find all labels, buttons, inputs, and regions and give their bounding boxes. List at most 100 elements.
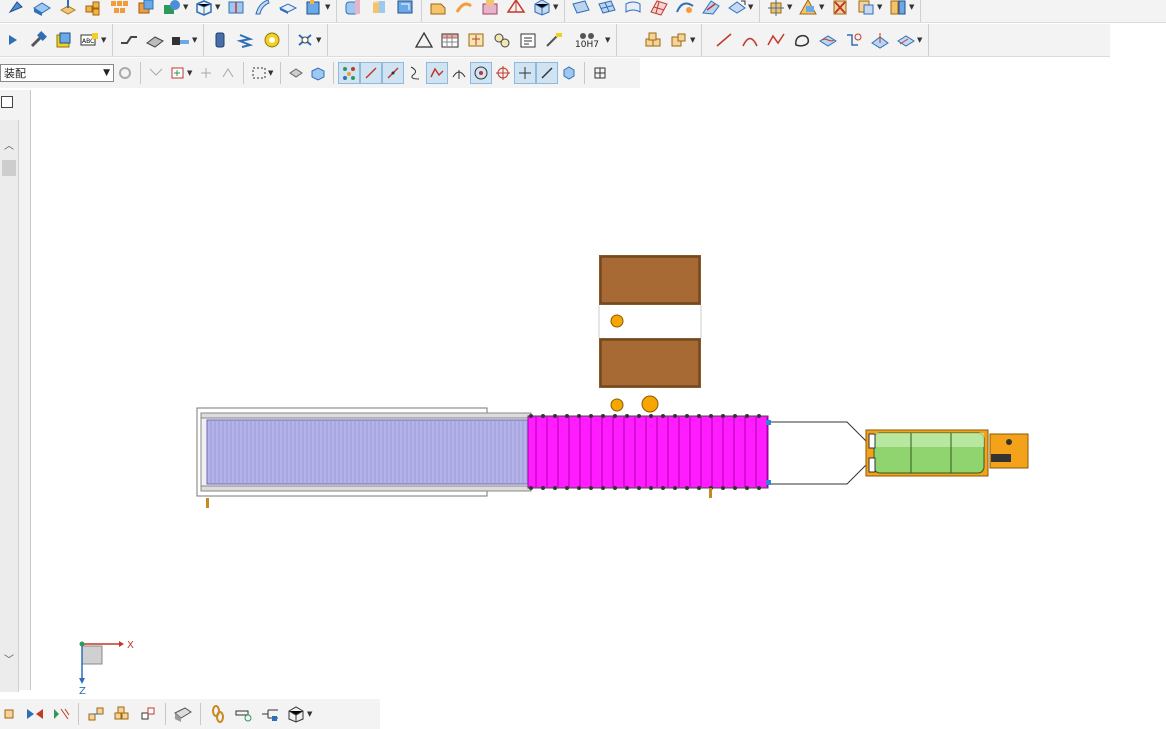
chain-link-icon[interactable] bbox=[205, 701, 231, 727]
delete-part-icon[interactable] bbox=[827, 0, 853, 20]
surface-patch-icon[interactable] bbox=[568, 0, 594, 20]
stack-parts-icon[interactable] bbox=[640, 27, 666, 53]
config-settings-icon[interactable] bbox=[114, 62, 136, 84]
thread-hole-icon[interactable] bbox=[292, 27, 318, 53]
offset-curve-icon[interactable] bbox=[893, 27, 919, 53]
frame-box-icon[interactable] bbox=[191, 0, 217, 20]
surface-curve-icon[interactable] bbox=[867, 27, 893, 53]
array-cubes-icon[interactable] bbox=[107, 0, 133, 20]
fillet-cube-icon[interactable] bbox=[340, 0, 366, 20]
component-box-icon[interactable] bbox=[283, 701, 309, 727]
triangle-shape-icon[interactable] bbox=[411, 27, 437, 53]
solid-box-icon[interactable] bbox=[529, 0, 555, 20]
sweep-surface-icon[interactable] bbox=[249, 0, 275, 20]
trim-surface-icon[interactable] bbox=[698, 0, 724, 20]
snap-perpendicular-icon[interactable] bbox=[536, 62, 558, 84]
render-scene-icon[interactable] bbox=[170, 701, 196, 727]
upper-box[interactable] bbox=[599, 255, 701, 305]
mirror-part-icon[interactable] bbox=[22, 701, 48, 727]
assembly-config-select[interactable]: 装配 ▼ bbox=[0, 64, 114, 82]
warning-part-icon[interactable] bbox=[795, 0, 821, 20]
flip-arrow-icon[interactable] bbox=[3, 29, 25, 51]
sketch-arrow-icon[interactable] bbox=[3, 0, 29, 20]
tree-scrollbar[interactable]: ︿ ﹀ bbox=[0, 120, 19, 692]
spline-loop-icon[interactable] bbox=[789, 27, 815, 53]
line-segment-icon[interactable] bbox=[711, 27, 737, 53]
extrude-up-icon[interactable] bbox=[55, 0, 81, 20]
move-component-icon[interactable] bbox=[763, 0, 789, 20]
offset-surface-icon[interactable] bbox=[620, 0, 646, 20]
text-note-icon[interactable] bbox=[515, 27, 541, 53]
3d-viewport[interactable]: X Z bbox=[31, 90, 1166, 698]
orange-ball[interactable] bbox=[610, 314, 624, 328]
grid-toggle-icon[interactable] bbox=[589, 62, 611, 84]
restore-window-icon[interactable] bbox=[1, 96, 13, 108]
orange-ball-large[interactable] bbox=[641, 395, 659, 413]
shaded-view-icon[interactable] bbox=[285, 62, 307, 84]
explode-parts-icon[interactable] bbox=[135, 701, 161, 727]
weld-symbol-icon[interactable] bbox=[541, 27, 567, 53]
table-grid-icon[interactable] bbox=[437, 27, 463, 53]
cylinder-cut-icon[interactable] bbox=[366, 0, 392, 20]
pyramid-shell-icon[interactable] bbox=[503, 0, 529, 20]
sweep-curve-icon[interactable] bbox=[451, 0, 477, 20]
material-block-icon[interactable] bbox=[51, 27, 77, 53]
filter-face-icon[interactable] bbox=[167, 62, 189, 84]
mesh-surface-icon[interactable] bbox=[646, 0, 672, 20]
spring-part-icon[interactable] bbox=[233, 27, 259, 53]
boolean-cube-icon[interactable] bbox=[133, 0, 159, 20]
flange-plate-icon[interactable] bbox=[168, 27, 194, 53]
snap-line-icon[interactable] bbox=[360, 62, 382, 84]
snap-center-icon[interactable] bbox=[470, 62, 492, 84]
surface-grid-icon[interactable] bbox=[594, 0, 620, 20]
fit-tolerance-icon[interactable]: 10H7 bbox=[567, 27, 607, 53]
drive-motor[interactable] bbox=[989, 433, 1029, 469]
bend-plate-icon[interactable] bbox=[116, 27, 142, 53]
filter-point-icon[interactable] bbox=[195, 62, 217, 84]
project-curve-icon[interactable] bbox=[815, 27, 841, 53]
drum-unit[interactable] bbox=[865, 429, 989, 477]
unfold-plate-icon[interactable] bbox=[142, 27, 168, 53]
bearing-part-icon[interactable] bbox=[259, 27, 285, 53]
chevron-down-icon[interactable]: ﹀ bbox=[2, 654, 16, 668]
arc-curve-icon[interactable] bbox=[737, 27, 763, 53]
orange-ball[interactable] bbox=[610, 398, 624, 412]
split-cube-icon[interactable] bbox=[223, 0, 249, 20]
roller-conveyor[interactable] bbox=[527, 414, 771, 498]
align-parts-icon[interactable] bbox=[48, 701, 74, 727]
shape-union-icon[interactable] bbox=[159, 0, 185, 20]
distribute-parts-icon[interactable] bbox=[83, 701, 109, 727]
belt-drive-icon[interactable] bbox=[231, 701, 257, 727]
intersection-curve-icon[interactable] bbox=[841, 27, 867, 53]
snap-curve-icon[interactable] bbox=[404, 62, 426, 84]
draft-face-icon[interactable] bbox=[392, 0, 418, 20]
extend-surface-icon[interactable] bbox=[724, 0, 750, 20]
snap-points-icon[interactable] bbox=[338, 62, 360, 84]
export-parts-icon[interactable] bbox=[666, 27, 692, 53]
annotation-tag-icon[interactable]: ABC bbox=[77, 27, 103, 53]
shell-solid-icon[interactable] bbox=[275, 0, 301, 20]
snap-midpoint-icon[interactable] bbox=[382, 62, 404, 84]
infeed-conveyor[interactable] bbox=[196, 407, 532, 508]
group-parts-icon[interactable] bbox=[109, 701, 135, 727]
box-select-icon[interactable] bbox=[248, 62, 270, 84]
dimension-grid-icon[interactable] bbox=[463, 27, 489, 53]
middle-box[interactable] bbox=[599, 338, 701, 388]
loft-block-icon[interactable] bbox=[477, 0, 503, 20]
snap-tangent-icon[interactable] bbox=[448, 62, 470, 84]
solid-view-icon[interactable] bbox=[307, 62, 329, 84]
snap-intersection-icon[interactable] bbox=[514, 62, 536, 84]
snap-quadrant-icon[interactable] bbox=[492, 62, 514, 84]
scroll-thumb[interactable] bbox=[2, 160, 16, 176]
chevron-up-icon[interactable]: ︿ bbox=[2, 140, 16, 154]
pad-solid-icon[interactable] bbox=[29, 0, 55, 20]
hammer-tool-icon[interactable] bbox=[25, 27, 51, 53]
gear-train-icon[interactable] bbox=[257, 701, 283, 727]
filter-edge-icon[interactable] bbox=[145, 62, 167, 84]
snap-spline-icon[interactable] bbox=[426, 62, 448, 84]
blend-surface-icon[interactable] bbox=[672, 0, 698, 20]
replace-part-icon[interactable] bbox=[885, 0, 911, 20]
view-cube-icon[interactable] bbox=[0, 703, 22, 725]
cylinder-part-icon[interactable] bbox=[207, 27, 233, 53]
chamfer-block-icon[interactable] bbox=[425, 0, 451, 20]
